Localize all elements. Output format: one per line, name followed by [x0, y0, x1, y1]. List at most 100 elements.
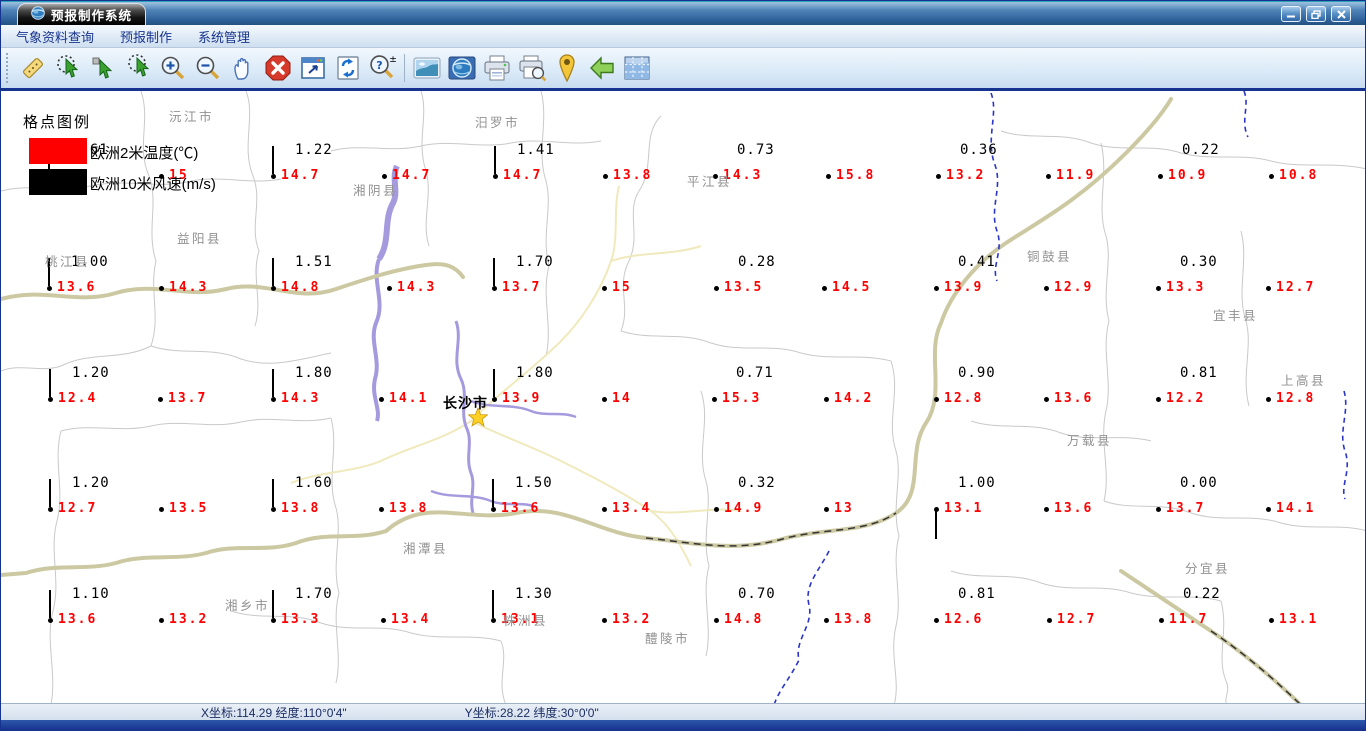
- status-bar: X坐标:114.29 经度:110°0'4" Y坐标:28.22 纬度:30°0…: [1, 703, 1365, 720]
- close-button[interactable]: [1331, 6, 1351, 22]
- wind-speed-value: 1.51: [295, 254, 333, 270]
- station-dot: [1265, 285, 1271, 291]
- temperature-value: 12.7: [1276, 280, 1316, 295]
- wind-barb: [272, 479, 274, 507]
- temperature-value: 13.3: [1166, 280, 1206, 295]
- print-preview-icon[interactable]: [514, 51, 549, 85]
- temperature-value: 13.6: [1054, 501, 1094, 516]
- station-dot: [1155, 506, 1161, 512]
- wind-legend-label: 欧洲10米风速(m/s): [90, 176, 216, 193]
- map-place-label: 湘乡市: [225, 599, 271, 613]
- map-place-label: 湘阴县: [353, 184, 399, 198]
- temperature-value: 14.3: [169, 280, 209, 295]
- wind-barb: [49, 369, 51, 397]
- map-place-label: 分宜县: [1185, 562, 1231, 576]
- globe-view-icon[interactable]: [444, 51, 479, 85]
- temperature-value: 13.6: [1054, 391, 1094, 406]
- wind-barb: [49, 590, 51, 618]
- map-place-label: 湘潭县: [403, 542, 449, 556]
- measure-ruler-icon[interactable]: [15, 51, 50, 85]
- full-extent-window-icon[interactable]: [295, 51, 330, 85]
- temperature-value: 14.1: [1276, 501, 1316, 516]
- temperature-value: 10.9: [1168, 168, 1208, 183]
- temperature-value: 13.8: [834, 612, 874, 627]
- station-dot: [1043, 396, 1049, 402]
- temperature-legend-label: 欧洲2米温度(℃): [90, 145, 199, 162]
- temperature-value: 13.7: [502, 280, 542, 295]
- temperature-value: 11.7: [1169, 612, 1209, 627]
- map-place-label: 万载县: [1067, 434, 1113, 448]
- temperature-value: 14.8: [724, 612, 764, 627]
- select-arrow-icon[interactable]: [85, 51, 120, 85]
- title-bar: 预报制作系统: [1, 1, 1365, 25]
- temperature-value: 14.7: [281, 168, 321, 183]
- map-place-label: 株洲县: [503, 614, 549, 628]
- temperature-value: 15.3: [722, 391, 762, 406]
- station-dot: [157, 396, 163, 402]
- wind-speed-value: 0.70: [738, 586, 776, 602]
- print-icon[interactable]: [479, 51, 514, 85]
- temperature-value: 13.1: [1279, 612, 1319, 627]
- station-dot: [492, 173, 498, 179]
- menu-weather-data-query[interactable]: 气象资料查询: [16, 27, 94, 46]
- map-place-label: 铜鼓县: [1027, 250, 1073, 264]
- station-dot: [933, 617, 939, 623]
- select-lasso-icon[interactable]: [120, 51, 155, 85]
- station-dot: [935, 173, 941, 179]
- menu-system-management[interactable]: 系统管理: [198, 27, 250, 46]
- temperature-value: 14.3: [281, 391, 321, 406]
- station-dot: [46, 285, 52, 291]
- wind-speed-value: 0.00: [1180, 475, 1218, 491]
- temperature-value: 13.8: [389, 501, 429, 516]
- wind-speed-value: 0.41: [958, 254, 996, 270]
- station-dot: [1155, 396, 1161, 402]
- map-canvas[interactable]: 格点图例 欧洲2米温度(℃) 欧洲10米风速(m/s) 1.61 15 14.7 1.…: [1, 91, 1365, 703]
- station-dot: [1043, 285, 1049, 291]
- temperature-value: 12.4: [58, 391, 98, 406]
- wind-speed-value: 0.22: [1183, 586, 1221, 602]
- wind-speed-value: 1.70: [516, 254, 554, 270]
- legend-row-temperature: 欧洲2米温度(℃): [23, 138, 198, 169]
- stop-cancel-icon[interactable]: [260, 51, 295, 85]
- temperature-value: 11.9: [1056, 168, 1096, 183]
- placemark-pin-icon[interactable]: [549, 51, 584, 85]
- zoom-in-icon[interactable]: [155, 51, 190, 85]
- station-dot: [1157, 173, 1163, 179]
- svg-text:±: ±: [389, 55, 397, 65]
- temperature-value: 13.9: [502, 391, 542, 406]
- temperature-value: 14.3: [397, 280, 437, 295]
- map-place-label: 沅江市: [169, 110, 215, 124]
- river-lines: [371, 164, 577, 514]
- wind-barb: [49, 479, 51, 507]
- pan-hand-icon[interactable]: [225, 51, 260, 85]
- wind-speed-value: 1.20: [72, 475, 110, 491]
- minimize-button[interactable]: [1281, 6, 1301, 22]
- temperature-value: 13.7: [168, 391, 208, 406]
- wind-speed-value: 1.70: [295, 586, 333, 602]
- station-dot: [158, 506, 164, 512]
- identify-query-icon[interactable]: ? ±: [365, 51, 400, 85]
- menu-forecast-production[interactable]: 预报制作: [120, 27, 172, 46]
- toolbar-grip: [6, 53, 11, 83]
- temperature-value: 13.1: [944, 501, 984, 516]
- select-feature-icon[interactable]: [50, 51, 85, 85]
- temperature-value: 10.8: [1279, 168, 1319, 183]
- wind-speed-value: 0.22: [1182, 142, 1220, 158]
- station-dot: [47, 506, 53, 512]
- wind-speed-value: 0.32: [738, 475, 776, 491]
- wind-barb: [272, 590, 274, 618]
- back-arrow-icon[interactable]: [584, 51, 619, 85]
- wind-speed-value: 1.80: [516, 365, 554, 381]
- restore-button[interactable]: [1306, 6, 1326, 22]
- grid-map-icon[interactable]: [619, 51, 654, 85]
- wind-barb: [493, 258, 495, 286]
- wind-speed-value: 0.81: [958, 586, 996, 602]
- map-place-label: 益阳县: [177, 232, 223, 246]
- refresh-icon[interactable]: [330, 51, 365, 85]
- export-image-icon[interactable]: [409, 51, 444, 85]
- wind-speed-value: 1.30: [515, 586, 553, 602]
- station-dot: [1046, 617, 1052, 623]
- zoom-out-icon[interactable]: [190, 51, 225, 85]
- station-dot: [1265, 506, 1271, 512]
- map-place-label: 宜丰县: [1213, 309, 1259, 323]
